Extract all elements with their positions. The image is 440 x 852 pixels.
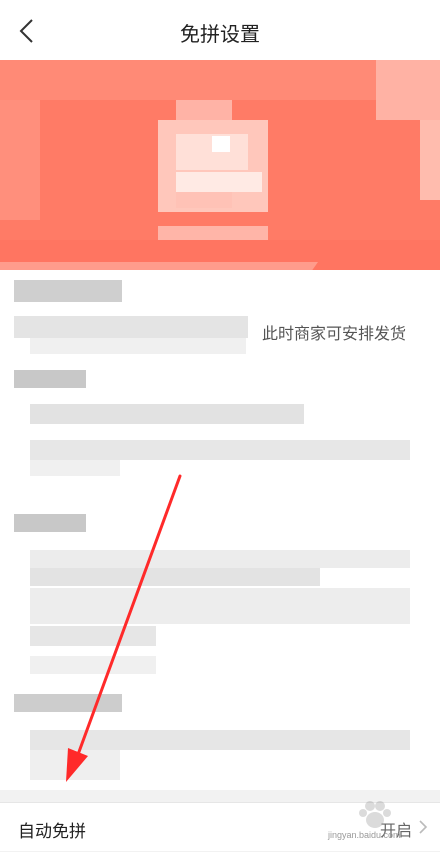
watermark-text: jingyan.baidu.com — [328, 830, 401, 840]
blurred-text — [30, 338, 246, 354]
blurred-heading — [14, 280, 122, 302]
page-title: 免拼设置 — [180, 22, 260, 46]
blurred-heading — [14, 514, 86, 532]
blurred-text — [30, 656, 156, 674]
blurred-heading — [14, 694, 122, 712]
blurred-text — [30, 750, 120, 780]
blurred-text — [30, 460, 120, 476]
blurred-text — [30, 588, 410, 624]
blurred-text — [30, 404, 304, 424]
blurred-text — [30, 730, 410, 750]
blurred-heading — [14, 370, 86, 388]
blurred-text — [14, 316, 248, 338]
promo-banner — [0, 60, 440, 270]
setting-label: 自动免拼 — [18, 822, 86, 842]
navigation-bar: 免拼设置 — [0, 0, 440, 62]
blurred-text — [30, 550, 410, 568]
blurred-text — [30, 440, 410, 460]
rule-text: 此时商家可安排发货 — [262, 324, 407, 343]
chevron-right-icon — [419, 820, 428, 834]
blurred-text — [30, 626, 156, 646]
blurred-text — [30, 568, 320, 586]
